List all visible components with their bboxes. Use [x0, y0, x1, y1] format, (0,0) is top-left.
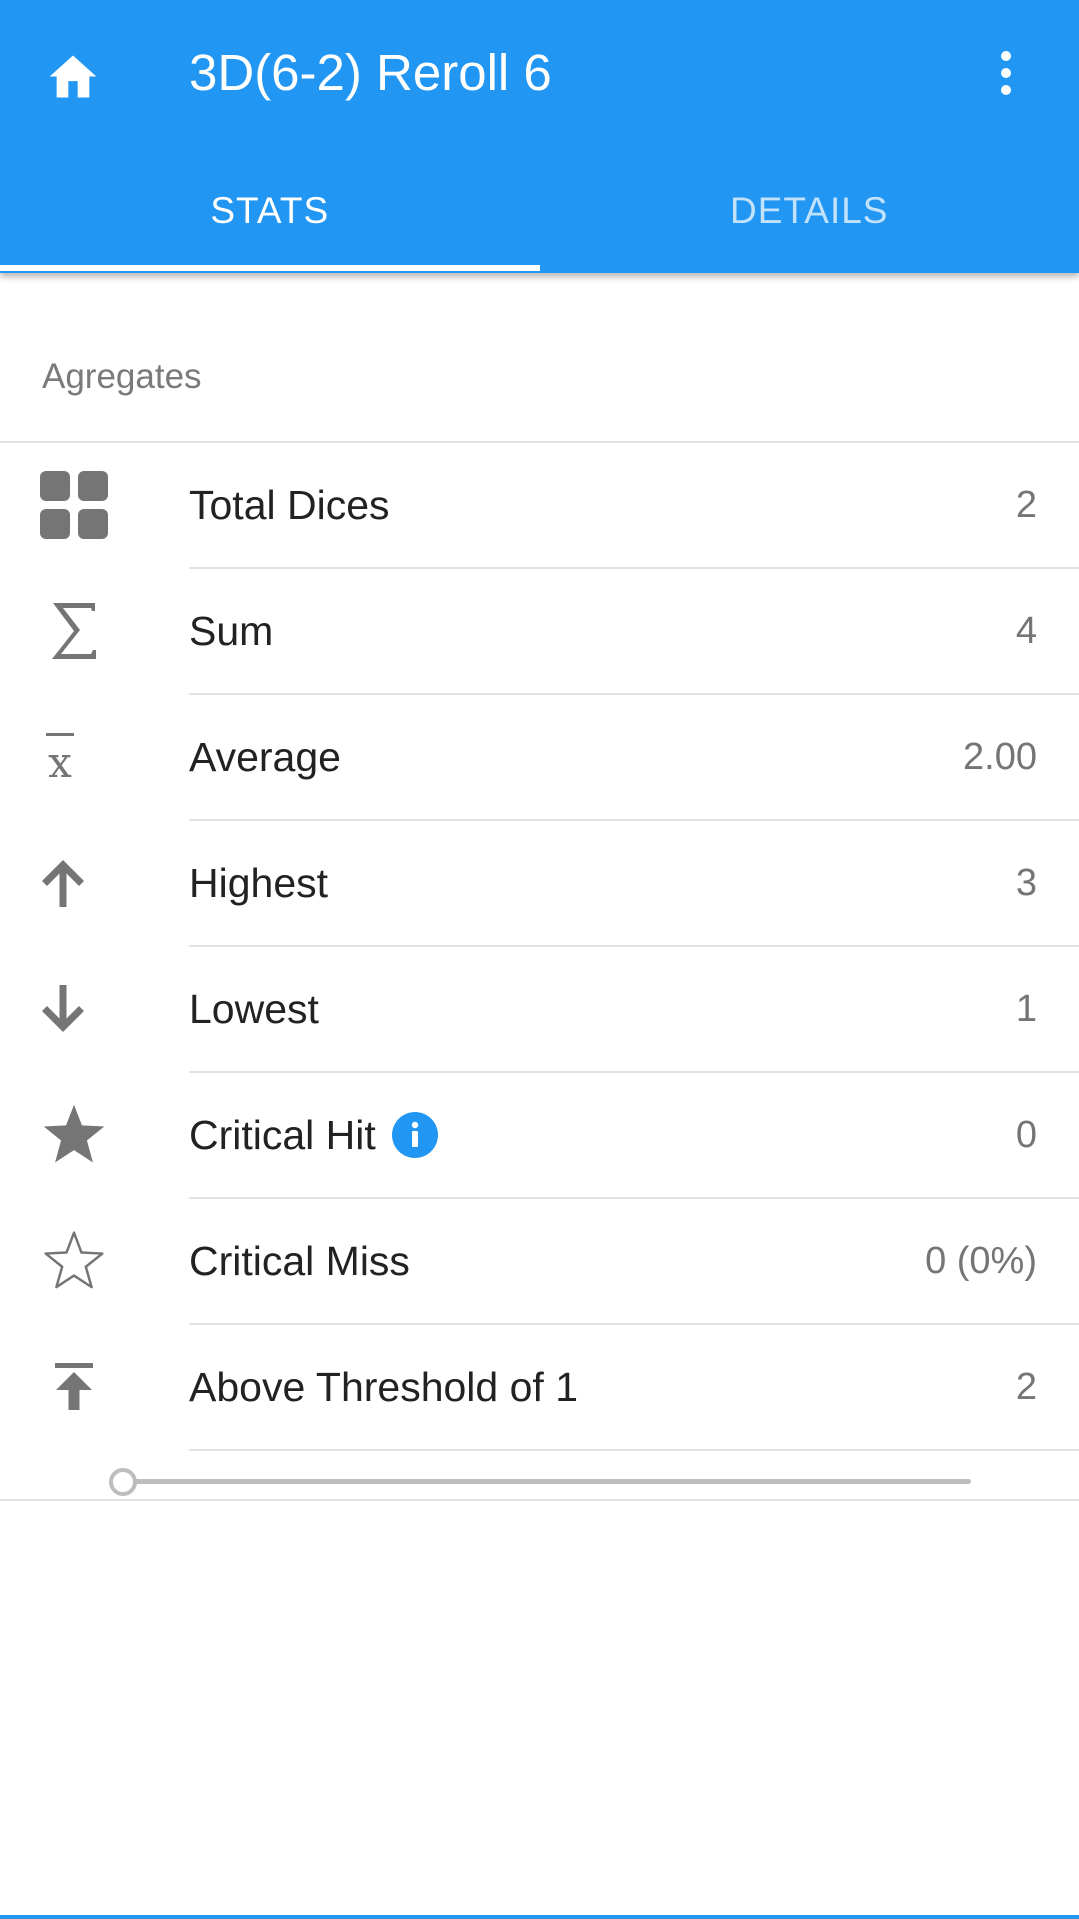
row-value: 4 — [1015, 609, 1037, 652]
svg-text:x: x — [48, 738, 72, 783]
star-outline-icon — [44, 1231, 104, 1289]
row-value: 3 — [1015, 861, 1037, 904]
tab-indicator — [0, 265, 540, 271]
tab-stats[interactable]: STATS — [0, 160, 540, 273]
sigma-icon — [52, 603, 96, 659]
list-item-critical-hit: Critical Hit 0 — [0, 1073, 1079, 1199]
row-label: Lowest — [189, 985, 319, 1032]
arrow-up-icon — [42, 860, 84, 907]
star-filled-icon — [43, 1104, 105, 1163]
tab-bar: STATS DETAILS — [0, 160, 1079, 273]
stats-list: Total Dices 2 Sum 4 x Average 2.00 Highe… — [0, 443, 1079, 1503]
arrow-down-icon — [42, 985, 84, 1032]
list-item-total-dices: Total Dices 2 — [0, 443, 1079, 569]
critical-hit-info-button[interactable] — [391, 1112, 438, 1158]
row-value: 0 (0%) — [925, 1239, 1037, 1282]
info-icon — [391, 1112, 438, 1158]
row-label: Total Dices — [189, 481, 390, 528]
list-item-average: x Average 2.00 — [0, 695, 1079, 821]
list-item-sum: Sum 4 — [0, 569, 1079, 695]
row-value: 2 — [1015, 1365, 1037, 1408]
list-item-highest: Highest 3 — [0, 821, 1079, 947]
page-title: 3D(6-2) Reroll 6 — [189, 44, 552, 101]
overflow-menu-button[interactable] — [976, 36, 1036, 110]
row-value: 2.00 — [963, 735, 1037, 778]
mean-icon: x — [46, 733, 74, 783]
row-label: Above Threshold of 1 — [189, 1363, 578, 1410]
row-value: 2 — [1015, 483, 1037, 526]
section-header: Agregates — [42, 357, 202, 396]
row-label: Average — [189, 733, 341, 780]
list-item-above-threshold: Above Threshold of 1 2 — [0, 1325, 1079, 1451]
list-item-critical-miss: Critical Miss 0 (0%) — [0, 1199, 1079, 1325]
home-button[interactable] — [36, 36, 110, 110]
more-vert-icon — [1001, 51, 1011, 95]
grid-icon — [40, 471, 108, 539]
home-icon — [49, 55, 97, 98]
row-label: Critical Hit — [189, 1073, 438, 1197]
app-bar: 3D(6-2) Reroll 6 STATS DETAILS — [0, 0, 1079, 273]
row-label: Highest — [189, 859, 329, 906]
tab-details[interactable]: DETAILS — [540, 160, 1079, 273]
slider-thumb[interactable] — [109, 1468, 137, 1496]
row-label: Critical Miss — [189, 1237, 410, 1284]
divider — [0, 1499, 1079, 1501]
threshold-slider[interactable] — [0, 1451, 1079, 1503]
list-item-lowest: Lowest 1 — [0, 947, 1079, 1073]
slider-track[interactable] — [123, 1479, 971, 1484]
row-value: 0 — [1015, 1113, 1037, 1156]
vertical-align-top-icon — [55, 1363, 93, 1410]
bottom-edge — [0, 1915, 1079, 1919]
row-label: Sum — [189, 607, 274, 654]
row-value: 1 — [1015, 987, 1037, 1030]
critical-hit-label: Critical Hit — [189, 1111, 376, 1158]
